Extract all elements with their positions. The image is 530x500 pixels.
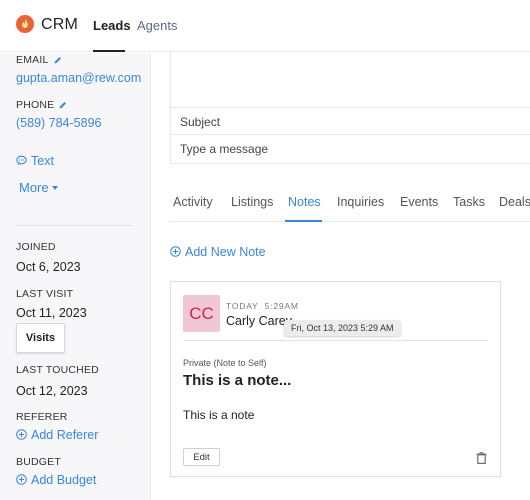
chat-bubble-icon <box>16 155 27 166</box>
note-title: This is a note... <box>183 372 292 389</box>
more-dropdown[interactable]: More <box>19 180 58 195</box>
budget-label: BUDGET <box>16 456 61 468</box>
add-new-note-button[interactable]: Add New Note <box>170 245 266 259</box>
last-visit-value: Oct 11, 2023 <box>16 306 87 320</box>
compose-box: Subject Type a message <box>170 53 530 164</box>
tab-events[interactable]: Events <box>400 195 438 209</box>
tab-active-indicator <box>285 220 322 222</box>
more-label: More <box>19 180 49 195</box>
plus-circle-icon <box>170 246 181 257</box>
plus-circle-icon <box>16 474 27 485</box>
pencil-icon[interactable] <box>59 101 67 109</box>
note-timestamp[interactable]: TODAY 5:29AM <box>226 301 299 311</box>
timestamp-tooltip: Fri, Oct 13, 2023 5:29 AM <box>284 320 401 336</box>
visits-button[interactable]: Visits <box>16 323 65 353</box>
tab-listings[interactable]: Listings <box>231 195 273 209</box>
last-visit-label: LAST VISIT <box>16 288 74 300</box>
phone-link[interactable]: (589) 784-5896 <box>16 116 101 130</box>
note-author: Carly Carey <box>226 314 292 328</box>
joined-value: Oct 6, 2023 <box>16 260 81 274</box>
tab-tasks[interactable]: Tasks <box>453 195 485 209</box>
tab-inquiries[interactable]: Inquiries <box>337 195 384 209</box>
lead-details-sidebar: EMAIL gupta.aman@rew.com PHONE (589) 784… <box>0 53 151 500</box>
note-body: This is a note <box>183 408 255 422</box>
subject-input[interactable]: Subject <box>171 107 530 135</box>
email-link[interactable]: gupta.aman@rew.com <box>16 71 141 85</box>
joined-label: JOINED <box>16 241 56 253</box>
avatar: CC <box>183 295 220 332</box>
referer-label: REFERER <box>16 411 68 423</box>
trash-icon[interactable] <box>476 452 487 464</box>
phone-label-text: PHONE <box>16 99 55 111</box>
lead-tabs: Activity Listings Notes Inquiries Events… <box>170 184 530 222</box>
caret-down-icon <box>51 186 58 190</box>
email-label-text: EMAIL <box>16 54 49 66</box>
flame-icon[interactable] <box>16 15 34 33</box>
last-touched-label: LAST TOUCHED <box>16 364 99 376</box>
phone-label: PHONE <box>16 99 67 111</box>
top-bar: CRM Leads Agents <box>0 0 530 52</box>
nav-tab-leads[interactable]: Leads <box>93 18 131 33</box>
nav-active-indicator <box>93 50 125 52</box>
message-input[interactable]: Type a message <box>171 135 530 163</box>
brand-name: CRM <box>41 16 79 33</box>
add-referer-button[interactable]: Add Referer <box>16 428 98 442</box>
email-label: EMAIL <box>16 54 62 66</box>
pencil-icon[interactable] <box>54 56 62 64</box>
plus-circle-icon <box>16 429 27 440</box>
note-privacy: Private (Note to Self) <box>183 358 267 368</box>
add-budget-label: Add Budget <box>31 473 97 487</box>
tab-notes[interactable]: Notes <box>288 195 321 209</box>
add-budget-button[interactable]: Add Budget <box>16 473 96 487</box>
last-touched-value: Oct 12, 2023 <box>16 384 88 398</box>
tab-activity[interactable]: Activity <box>173 195 213 209</box>
add-new-note-label: Add New Note <box>185 245 266 259</box>
text-button[interactable]: Text <box>16 154 54 168</box>
add-referer-label: Add Referer <box>31 428 99 442</box>
tab-deals[interactable]: Deals <box>499 195 530 209</box>
edit-note-button[interactable]: Edit <box>183 448 220 466</box>
text-button-label: Text <box>31 154 54 168</box>
note-divider <box>183 340 488 341</box>
nav-tab-agents[interactable]: Agents <box>137 18 177 33</box>
sidebar-divider <box>15 225 132 226</box>
note-card: CC TODAY 5:29AM Carly Carey Private (Not… <box>170 281 501 477</box>
